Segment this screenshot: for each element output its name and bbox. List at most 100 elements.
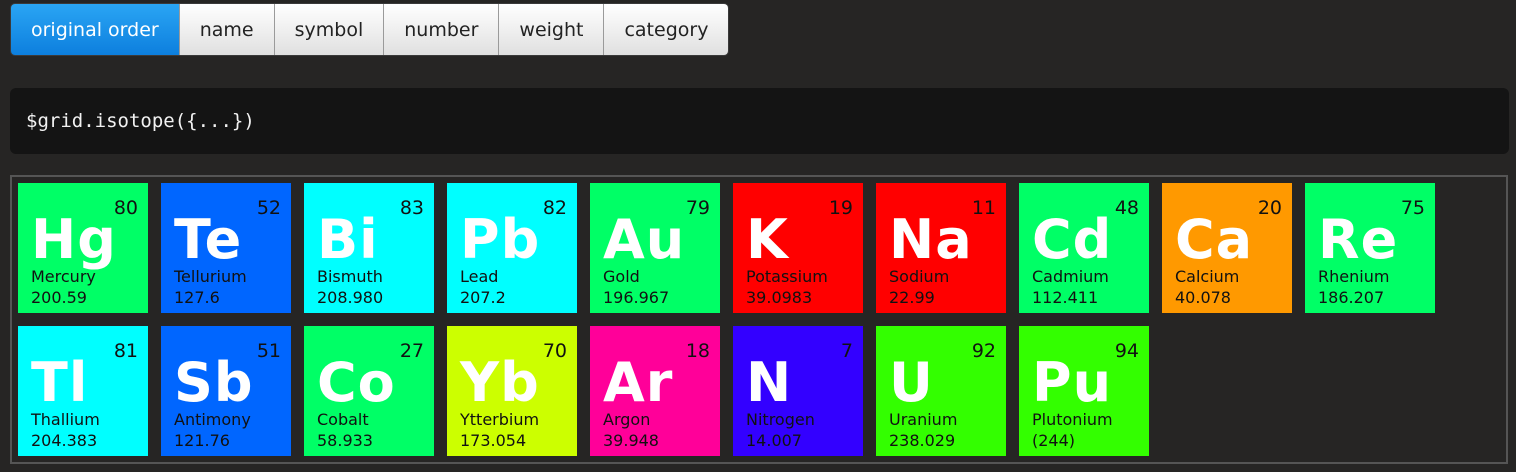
element-name: Rhenium bbox=[1318, 267, 1390, 286]
element-symbol: Yb bbox=[460, 351, 540, 414]
element-name: Bismuth bbox=[317, 267, 383, 286]
element-symbol: Te bbox=[174, 208, 243, 271]
element-weight: 14.007 bbox=[746, 431, 802, 450]
element-weight: 58.933 bbox=[317, 431, 373, 450]
element-name: Nitrogen bbox=[746, 410, 815, 429]
element-symbol: Co bbox=[317, 351, 396, 414]
element-tile-antimony[interactable]: 51 Sb Antimony 121.76 bbox=[161, 326, 291, 456]
element-grid: 80 Hg Mercury 200.59 52 Te Tellurium 127.6 83 Bi B… bbox=[10, 175, 1508, 464]
element-number: 70 bbox=[542, 340, 567, 362]
element-number: 83 bbox=[399, 197, 424, 219]
element-symbol: Cd bbox=[1032, 208, 1113, 271]
element-tile-sodium[interactable]: 11 Na Sodium 22.99 bbox=[876, 183, 1006, 313]
element-number: 11 bbox=[971, 197, 996, 219]
element-tile-nitrogen[interactable]: 7 N Nitrogen 14.007 bbox=[733, 326, 863, 456]
element-symbol: Ca bbox=[1175, 208, 1254, 271]
element-symbol: N bbox=[746, 351, 793, 414]
sort-weight-button[interactable]: weight bbox=[499, 4, 605, 55]
element-tile-cobalt[interactable]: 27 Co Cobalt 58.933 bbox=[304, 326, 434, 456]
element-name: Calcium bbox=[1175, 267, 1240, 286]
element-number: 79 bbox=[685, 197, 710, 219]
element-tile-thallium[interactable]: 81 Tl Thallium 204.383 bbox=[18, 326, 148, 456]
element-tile-plutonium[interactable]: 94 Pu Plutonium (244) bbox=[1019, 326, 1149, 456]
element-weight: 112.411 bbox=[1032, 288, 1099, 307]
element-weight: 208.980 bbox=[317, 288, 384, 307]
element-symbol: Hg bbox=[31, 208, 117, 271]
element-number: 19 bbox=[828, 197, 853, 219]
element-number: 52 bbox=[256, 197, 281, 219]
element-tile-uranium[interactable]: 92 U Uranium 238.029 bbox=[876, 326, 1006, 456]
element-tile-calcium[interactable]: 20 Ca Calcium 40.078 bbox=[1162, 183, 1292, 313]
element-symbol: U bbox=[889, 351, 934, 414]
element-number: 82 bbox=[542, 197, 567, 219]
element-tile-bismuth[interactable]: 83 Bi Bismuth 208.980 bbox=[304, 183, 434, 313]
element-number: 75 bbox=[1400, 197, 1425, 219]
element-symbol: Bi bbox=[317, 208, 379, 271]
sort-number-button[interactable]: number bbox=[384, 4, 500, 55]
element-symbol: K bbox=[746, 208, 789, 271]
element-tile-cadmium[interactable]: 48 Cd Cadmium 112.411 bbox=[1019, 183, 1149, 313]
element-symbol: Au bbox=[603, 208, 686, 271]
element-symbol: Sb bbox=[174, 351, 254, 414]
sort-name-button[interactable]: name bbox=[179, 4, 275, 55]
sort-symbol-button[interactable]: symbol bbox=[274, 4, 385, 55]
element-name: Gold bbox=[603, 267, 640, 286]
code-text: $grid.isotope({...}) bbox=[26, 110, 255, 132]
element-weight: 238.029 bbox=[889, 431, 956, 450]
element-symbol: Tl bbox=[31, 351, 89, 414]
element-number: 94 bbox=[1114, 340, 1139, 362]
code-snippet: $grid.isotope({...}) bbox=[10, 88, 1509, 154]
element-number: 20 bbox=[1257, 197, 1282, 219]
element-name: Plutonium bbox=[1032, 410, 1113, 429]
element-number: 27 bbox=[399, 340, 424, 362]
element-symbol: Ar bbox=[603, 351, 674, 414]
element-weight: 207.2 bbox=[460, 288, 506, 307]
element-weight: 173.054 bbox=[460, 431, 527, 450]
element-tile-argon[interactable]: 18 Ar Argon 39.948 bbox=[590, 326, 720, 456]
element-tile-gold[interactable]: 79 Au Gold 196.967 bbox=[590, 183, 720, 313]
element-name: Ytterbium bbox=[460, 410, 540, 429]
element-name: Tellurium bbox=[174, 267, 247, 286]
element-weight: 204.383 bbox=[31, 431, 98, 450]
element-weight: 127.6 bbox=[174, 288, 220, 307]
element-name: Argon bbox=[603, 410, 651, 429]
element-number: 18 bbox=[685, 340, 710, 362]
element-tile-lead[interactable]: 82 Pb Lead 207.2 bbox=[447, 183, 577, 313]
element-name: Cobalt bbox=[317, 410, 369, 429]
element-tile-ytterbium[interactable]: 70 Yb Ytterbium 173.054 bbox=[447, 326, 577, 456]
element-name: Uranium bbox=[889, 410, 958, 429]
element-weight: 186.207 bbox=[1318, 288, 1385, 307]
element-tile-tellurium[interactable]: 52 Te Tellurium 127.6 bbox=[161, 183, 291, 313]
element-weight: 121.76 bbox=[174, 431, 230, 450]
element-weight: 39.0983 bbox=[746, 288, 813, 307]
sort-category-button[interactable]: category bbox=[604, 4, 729, 55]
element-symbol: Na bbox=[889, 208, 973, 271]
sort-original-order-button[interactable]: original order bbox=[11, 4, 180, 55]
element-weight: (244) bbox=[1032, 431, 1076, 450]
element-weight: 22.99 bbox=[889, 288, 935, 307]
element-symbol: Pb bbox=[460, 208, 541, 271]
element-tile-mercury[interactable]: 80 Hg Mercury 200.59 bbox=[18, 183, 148, 313]
element-symbol: Re bbox=[1318, 208, 1399, 271]
element-number: 81 bbox=[113, 340, 138, 362]
sort-button-group: original order name symbol number weight… bbox=[10, 3, 730, 56]
element-weight: 196.967 bbox=[603, 288, 670, 307]
element-name: Mercury bbox=[31, 267, 96, 286]
element-number: 80 bbox=[113, 197, 138, 219]
element-tile-rhenium[interactable]: 75 Re Rhenium 186.207 bbox=[1305, 183, 1435, 313]
element-name: Potassium bbox=[746, 267, 828, 286]
element-weight: 40.078 bbox=[1175, 288, 1231, 307]
element-name: Sodium bbox=[889, 267, 950, 286]
element-tile-potassium[interactable]: 19 K Potassium 39.0983 bbox=[733, 183, 863, 313]
element-name: Thallium bbox=[31, 410, 100, 429]
element-symbol: Pu bbox=[1032, 351, 1113, 414]
element-name: Lead bbox=[460, 267, 499, 286]
element-weight: 39.948 bbox=[603, 431, 659, 450]
element-number: 48 bbox=[1114, 197, 1139, 219]
element-number: 92 bbox=[971, 340, 996, 362]
element-number: 51 bbox=[256, 340, 281, 362]
element-name: Antimony bbox=[174, 410, 251, 429]
element-name: Cadmium bbox=[1032, 267, 1109, 286]
element-weight: 200.59 bbox=[31, 288, 87, 307]
element-number: 7 bbox=[840, 340, 853, 362]
